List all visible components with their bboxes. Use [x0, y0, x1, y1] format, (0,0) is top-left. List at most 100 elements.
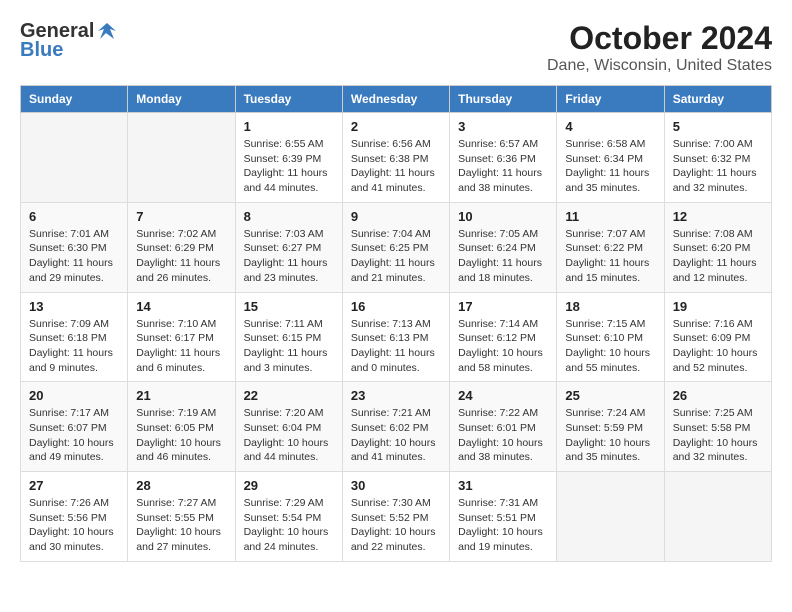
calendar-cell: 29 Sunrise: 7:29 AM Sunset: 5:54 PM Dayli…	[235, 472, 342, 562]
day-info: Sunrise: 7:09 AM Sunset: 6:18 PM Dayligh…	[29, 317, 119, 376]
calendar-body: 1 Sunrise: 6:55 AM Sunset: 6:39 PM Daylig…	[21, 113, 772, 562]
title-section: October 2024 Dane, Wisconsin, United Sta…	[547, 20, 772, 75]
calendar-cell: 31 Sunrise: 7:31 AM Sunset: 5:51 PM Dayli…	[450, 472, 557, 562]
day-number: 7	[136, 209, 226, 224]
calendar-cell: 6 Sunrise: 7:01 AM Sunset: 6:30 PM Daylig…	[21, 202, 128, 292]
weekday-header-row: SundayMondayTuesdayWednesdayThursdayFrid…	[21, 86, 772, 113]
calendar-cell: 27 Sunrise: 7:26 AM Sunset: 5:56 PM Dayli…	[21, 472, 128, 562]
day-info: Sunrise: 7:29 AM Sunset: 5:54 PM Dayligh…	[244, 496, 334, 555]
day-number: 1	[244, 119, 334, 134]
day-info: Sunrise: 7:02 AM Sunset: 6:29 PM Dayligh…	[136, 227, 226, 286]
day-info: Sunrise: 7:31 AM Sunset: 5:51 PM Dayligh…	[458, 496, 548, 555]
day-number: 6	[29, 209, 119, 224]
calendar-cell: 30Sunrise: 7:30 AM Sunset: 5:52 PM Dayli…	[342, 472, 449, 562]
day-number: 26	[673, 388, 763, 403]
day-number: 27	[29, 478, 119, 493]
weekday-header-sunday: Sunday	[21, 86, 128, 113]
location-text: Dane, Wisconsin, United States	[547, 57, 772, 75]
calendar-cell: 13Sunrise: 7:09 AM Sunset: 6:18 PM Dayli…	[21, 292, 128, 382]
day-number: 12	[673, 209, 763, 224]
calendar-week-row: 6 Sunrise: 7:01 AM Sunset: 6:30 PM Daylig…	[21, 202, 772, 292]
calendar-week-row: 13Sunrise: 7:09 AM Sunset: 6:18 PM Dayli…	[21, 292, 772, 382]
day-number: 14	[136, 299, 226, 314]
day-info: Sunrise: 7:16 AM Sunset: 6:09 PM Dayligh…	[673, 317, 763, 376]
day-number: 16	[351, 299, 441, 314]
day-info: Sunrise: 7:21 AM Sunset: 6:02 PM Dayligh…	[351, 406, 441, 465]
day-info: Sunrise: 7:05 AM Sunset: 6:24 PM Dayligh…	[458, 227, 548, 286]
calendar-cell: 28 Sunrise: 7:27 AM Sunset: 5:55 PM Dayli…	[128, 472, 235, 562]
day-number: 23	[351, 388, 441, 403]
calendar-cell: 9 Sunrise: 7:04 AM Sunset: 6:25 PM Daylig…	[342, 202, 449, 292]
calendar-cell: 21Sunrise: 7:19 AM Sunset: 6:05 PM Dayli…	[128, 382, 235, 472]
day-info: Sunrise: 6:57 AM Sunset: 6:36 PM Dayligh…	[458, 137, 548, 196]
day-info: Sunrise: 7:11 AM Sunset: 6:15 PM Dayligh…	[244, 317, 334, 376]
calendar-cell: 22 Sunrise: 7:20 AM Sunset: 6:04 PM Dayli…	[235, 382, 342, 472]
calendar-cell: 4 Sunrise: 6:58 AM Sunset: 6:34 PM Daylig…	[557, 113, 664, 203]
day-info: Sunrise: 7:20 AM Sunset: 6:04 PM Dayligh…	[244, 406, 334, 465]
calendar-week-row: 20 Sunrise: 7:17 AM Sunset: 6:07 PM Dayli…	[21, 382, 772, 472]
calendar-cell: 20 Sunrise: 7:17 AM Sunset: 6:07 PM Dayli…	[21, 382, 128, 472]
day-info: Sunrise: 7:00 AM Sunset: 6:32 PM Dayligh…	[673, 137, 763, 196]
day-info: Sunrise: 7:24 AM Sunset: 5:59 PM Dayligh…	[565, 406, 655, 465]
month-title: October 2024	[547, 20, 772, 57]
calendar-week-row: 1 Sunrise: 6:55 AM Sunset: 6:39 PM Daylig…	[21, 113, 772, 203]
day-number: 24	[458, 388, 548, 403]
weekday-header-friday: Friday	[557, 86, 664, 113]
day-number: 15	[244, 299, 334, 314]
calendar-cell: 19 Sunrise: 7:16 AM Sunset: 6:09 PM Dayli…	[664, 292, 771, 382]
day-info: Sunrise: 7:08 AM Sunset: 6:20 PM Dayligh…	[673, 227, 763, 286]
day-number: 11	[565, 209, 655, 224]
day-number: 4	[565, 119, 655, 134]
day-number: 9	[351, 209, 441, 224]
day-number: 28	[136, 478, 226, 493]
day-info: Sunrise: 7:25 AM Sunset: 5:58 PM Dayligh…	[673, 406, 763, 465]
day-number: 2	[351, 119, 441, 134]
day-info: Sunrise: 7:26 AM Sunset: 5:56 PM Dayligh…	[29, 496, 119, 555]
calendar-cell	[557, 472, 664, 562]
calendar-cell	[128, 113, 235, 203]
calendar-week-row: 27 Sunrise: 7:26 AM Sunset: 5:56 PM Dayli…	[21, 472, 772, 562]
day-number: 17	[458, 299, 548, 314]
day-info: Sunrise: 7:01 AM Sunset: 6:30 PM Dayligh…	[29, 227, 119, 286]
calendar-cell: 7 Sunrise: 7:02 AM Sunset: 6:29 PM Daylig…	[128, 202, 235, 292]
day-info: Sunrise: 7:04 AM Sunset: 6:25 PM Dayligh…	[351, 227, 441, 286]
day-number: 22	[244, 388, 334, 403]
calendar-cell: 17 Sunrise: 7:14 AM Sunset: 6:12 PM Dayli…	[450, 292, 557, 382]
day-info: Sunrise: 7:10 AM Sunset: 6:17 PM Dayligh…	[136, 317, 226, 376]
calendar-cell: 15 Sunrise: 7:11 AM Sunset: 6:15 PM Dayli…	[235, 292, 342, 382]
day-info: Sunrise: 7:13 AM Sunset: 6:13 PM Dayligh…	[351, 317, 441, 376]
page-header: General Blue October 2024 Dane, Wisconsi…	[20, 20, 772, 75]
day-info: Sunrise: 6:56 AM Sunset: 6:38 PM Dayligh…	[351, 137, 441, 196]
day-number: 19	[673, 299, 763, 314]
day-info: Sunrise: 7:27 AM Sunset: 5:55 PM Dayligh…	[136, 496, 226, 555]
calendar-cell: 1 Sunrise: 6:55 AM Sunset: 6:39 PM Daylig…	[235, 113, 342, 203]
day-number: 25	[565, 388, 655, 403]
day-info: Sunrise: 7:19 AM Sunset: 6:05 PM Dayligh…	[136, 406, 226, 465]
day-info: Sunrise: 7:14 AM Sunset: 6:12 PM Dayligh…	[458, 317, 548, 376]
day-number: 3	[458, 119, 548, 134]
calendar-cell: 14 Sunrise: 7:10 AM Sunset: 6:17 PM Dayli…	[128, 292, 235, 382]
day-info: Sunrise: 6:58 AM Sunset: 6:34 PM Dayligh…	[565, 137, 655, 196]
day-number: 20	[29, 388, 119, 403]
day-number: 29	[244, 478, 334, 493]
day-number: 31	[458, 478, 548, 493]
day-number: 30	[351, 478, 441, 493]
weekday-header-saturday: Saturday	[664, 86, 771, 113]
day-number: 5	[673, 119, 763, 134]
day-info: Sunrise: 7:22 AM Sunset: 6:01 PM Dayligh…	[458, 406, 548, 465]
day-info: Sunrise: 7:07 AM Sunset: 6:22 PM Dayligh…	[565, 227, 655, 286]
day-info: Sunrise: 6:55 AM Sunset: 6:39 PM Dayligh…	[244, 137, 334, 196]
day-number: 10	[458, 209, 548, 224]
calendar-cell: 25 Sunrise: 7:24 AM Sunset: 5:59 PM Dayli…	[557, 382, 664, 472]
logo-bird-icon	[96, 21, 118, 43]
calendar-cell: 2 Sunrise: 6:56 AM Sunset: 6:38 PM Daylig…	[342, 113, 449, 203]
day-number: 8	[244, 209, 334, 224]
calendar-cell: 16 Sunrise: 7:13 AM Sunset: 6:13 PM Dayli…	[342, 292, 449, 382]
calendar-cell: 8Sunrise: 7:03 AM Sunset: 6:27 PM Daylig…	[235, 202, 342, 292]
day-info: Sunrise: 7:17 AM Sunset: 6:07 PM Dayligh…	[29, 406, 119, 465]
weekday-header-monday: Monday	[128, 86, 235, 113]
calendar-cell: 23 Sunrise: 7:21 AM Sunset: 6:02 PM Dayli…	[342, 382, 449, 472]
calendar-table: SundayMondayTuesdayWednesdayThursdayFrid…	[20, 85, 772, 562]
calendar-cell: 10 Sunrise: 7:05 AM Sunset: 6:24 PM Dayli…	[450, 202, 557, 292]
calendar-cell: 5 Sunrise: 7:00 AM Sunset: 6:32 PM Daylig…	[664, 113, 771, 203]
